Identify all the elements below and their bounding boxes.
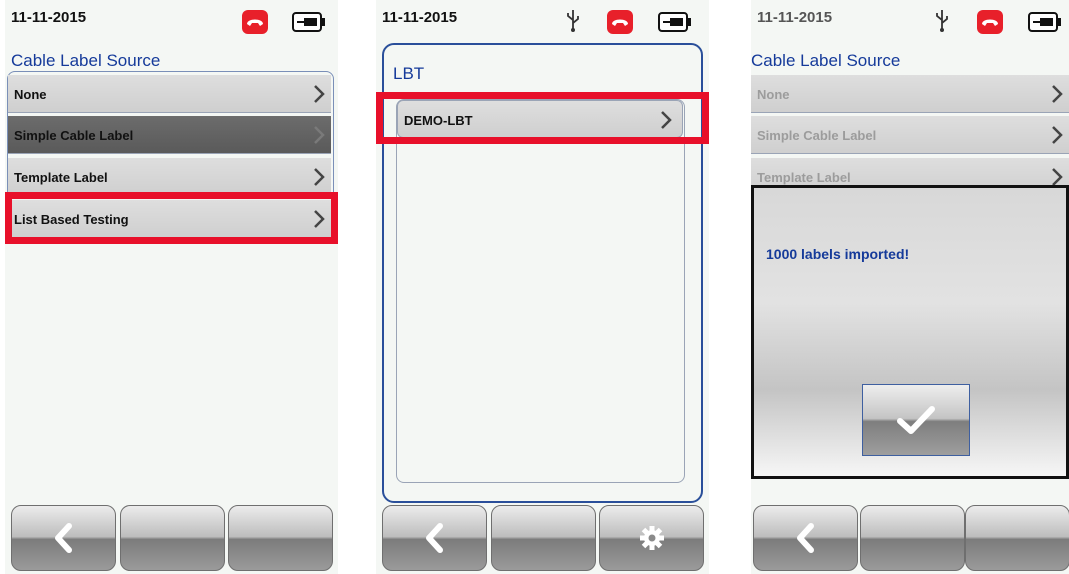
highlight-box (376, 92, 709, 144)
phone-icon (607, 10, 633, 34)
softkey-bar (376, 505, 709, 574)
softkey-bar (5, 505, 338, 574)
back-button[interactable] (753, 505, 858, 571)
settings-button[interactable] (599, 505, 704, 571)
phone-icon (242, 10, 268, 34)
date: 11-11-2015 (757, 9, 833, 26)
back-arrow-icon (425, 523, 443, 553)
screen-cable-label-source: 11-11-2015 Cable Label Source None Simpl… (5, 0, 338, 574)
list-item-label: Simple Cable Label (14, 128, 134, 143)
chevron-right-icon (1052, 168, 1063, 186)
softkey-bar (751, 505, 1069, 574)
status-bar: 11-11-2015 (751, 0, 1069, 44)
date: 11-11-2015 (11, 9, 87, 26)
lbt-list (396, 99, 685, 483)
import-dialog: 1000 labels imported! (751, 185, 1069, 479)
chevron-right-icon (314, 168, 325, 186)
page-title: Cable Label Source (751, 51, 901, 70)
battery-icon (292, 12, 325, 32)
page-title: LBT (393, 64, 425, 83)
back-arrow-icon (54, 523, 72, 553)
screen-lbt: 11-11-2015 LBT DEMO-LBT (376, 0, 709, 574)
ok-button[interactable] (862, 384, 970, 456)
softkey-2-button[interactable] (120, 505, 225, 571)
list-item-template-label[interactable]: Template Label (8, 158, 331, 196)
list-item-label: Template Label (14, 170, 108, 185)
usb-icon (936, 10, 948, 32)
phone-icon (977, 10, 1003, 34)
chevron-right-icon (1052, 126, 1063, 144)
list-item-none: None (751, 75, 1069, 113)
highlight-box (5, 192, 338, 244)
softkey-2-button[interactable] (860, 505, 965, 571)
list-item-label: Simple Cable Label (757, 128, 877, 143)
date: 11-11-2015 (382, 9, 458, 26)
back-arrow-icon (796, 523, 814, 553)
back-button[interactable] (382, 505, 487, 571)
list-item-label: None (757, 87, 790, 102)
list-item-label: Template Label (757, 170, 851, 185)
screen-import-result: 11-11-2015 Cable Label Source None Simpl… (751, 0, 1069, 574)
status-bar: 11-11-2015 (376, 0, 709, 44)
list-item-simple-cable-label[interactable]: Simple Cable Label (8, 116, 331, 154)
page-title: Cable Label Source (11, 51, 161, 70)
battery-icon (658, 12, 691, 32)
usb-icon (567, 10, 579, 32)
battery-icon (1028, 12, 1061, 32)
list-item-simple-cable-label: Simple Cable Label (751, 116, 1069, 154)
list-item-label: None (14, 87, 47, 102)
checkmark-icon (897, 406, 935, 434)
chevron-right-icon (314, 126, 325, 144)
chevron-right-icon (314, 85, 325, 103)
list-item-none[interactable]: None (8, 75, 331, 113)
chevron-right-icon (1052, 85, 1063, 103)
gear-icon (639, 526, 664, 550)
dialog-message: 1000 labels imported! (766, 246, 910, 262)
back-button[interactable] (11, 505, 116, 571)
status-bar: 11-11-2015 (5, 0, 338, 44)
softkey-3-button[interactable] (228, 505, 333, 571)
softkey-2-button[interactable] (491, 505, 596, 571)
softkey-3-button[interactable] (965, 505, 1069, 571)
